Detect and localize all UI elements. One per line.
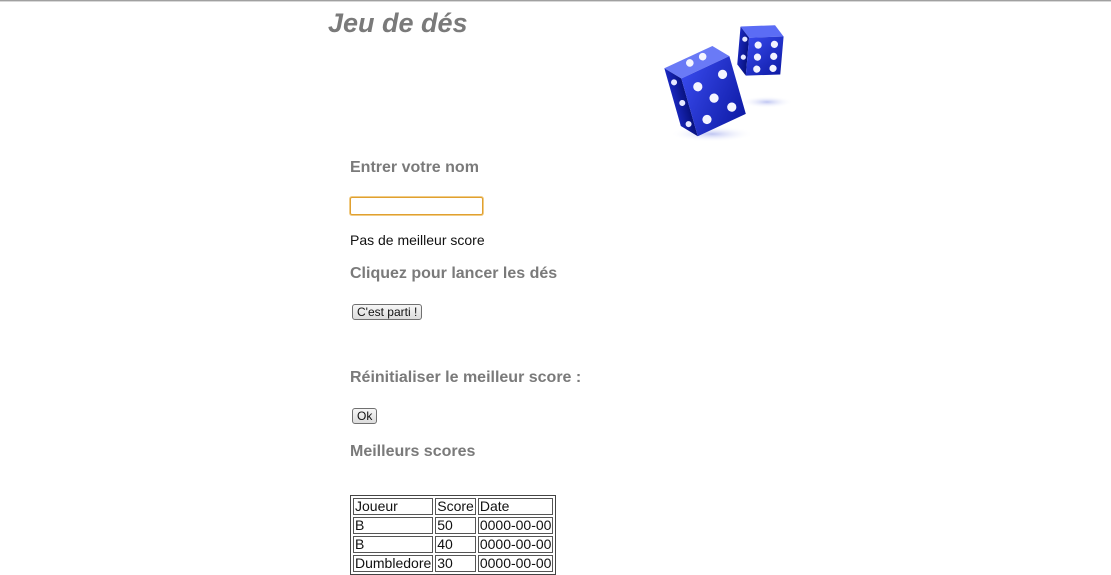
name-heading: Entrer votre nom	[350, 159, 479, 176]
reset-heading: Réinitialiser le meilleur score :	[350, 369, 582, 386]
scores-heading: Meilleurs scores	[350, 443, 476, 460]
player-cell: B	[353, 517, 434, 534]
reset-score-button[interactable]: Ok	[352, 408, 378, 424]
column-header-date: Date	[477, 498, 554, 515]
name-input[interactable]	[350, 197, 483, 215]
player-cell: Dumbledore	[353, 555, 434, 572]
score-cell: 30	[435, 555, 476, 572]
table-row: B 50 0000-00-00	[353, 517, 554, 534]
top-rule	[0, 0, 1111, 2]
table-row: B 40 0000-00-00	[353, 536, 554, 553]
roll-heading: Cliquez pour lancer les dés	[350, 265, 558, 282]
date-cell: 0000-00-00	[477, 536, 554, 553]
dice-icon	[664, 25, 793, 142]
roll-dice-button[interactable]: C'est parti !	[352, 304, 423, 320]
player-cell: B	[353, 536, 434, 553]
score-cell: 50	[435, 517, 476, 534]
column-header-score: Score	[435, 498, 476, 515]
column-header-player: Joueur	[353, 498, 434, 515]
scores-table: Joueur Score Date B 50 0000-00-00 B 40 0…	[350, 495, 557, 575]
table-row: Dumbledore 30 0000-00-00	[353, 555, 554, 572]
best-score-status: Pas de meilleur score	[350, 232, 485, 248]
date-cell: 0000-00-00	[477, 517, 554, 534]
page-title: Jeu de dés	[328, 8, 468, 38]
date-cell: 0000-00-00	[477, 555, 554, 572]
score-cell: 40	[435, 536, 476, 553]
table-header-row: Joueur Score Date	[353, 498, 554, 515]
